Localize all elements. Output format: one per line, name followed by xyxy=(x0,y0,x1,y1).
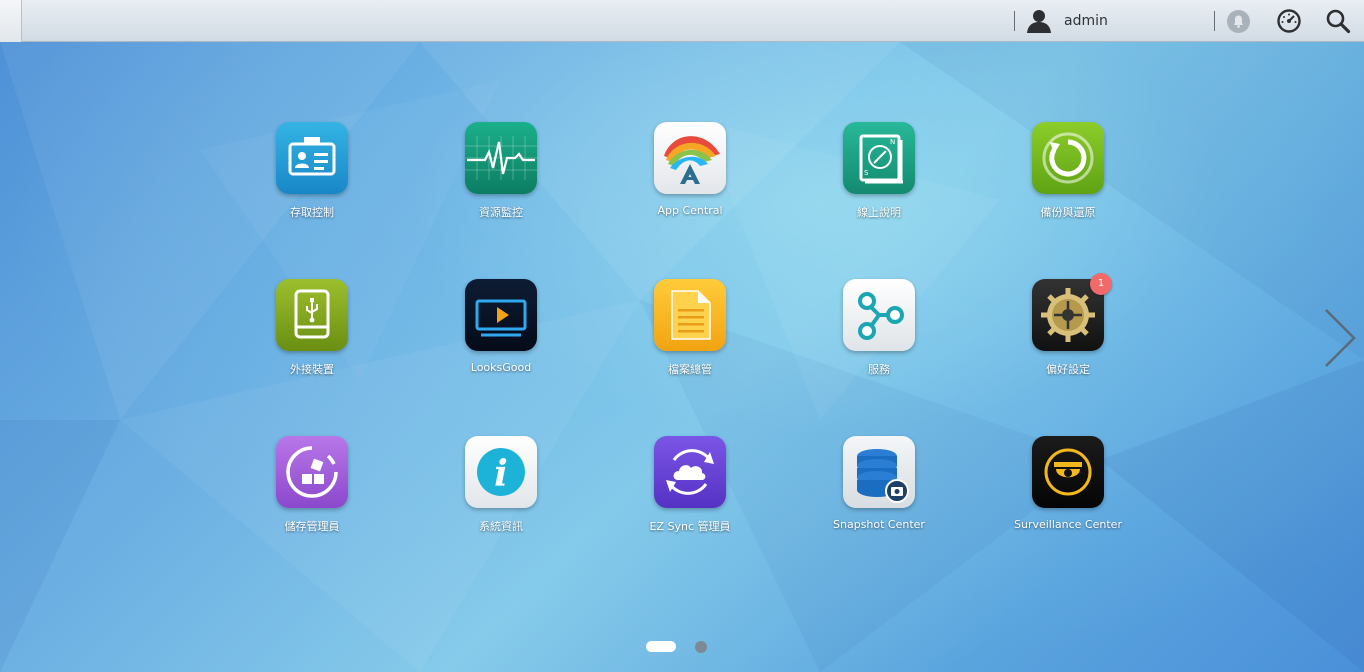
app-label: LooksGood xyxy=(470,361,532,374)
pager-dot-current[interactable] xyxy=(646,641,676,652)
app-label: App Central xyxy=(657,204,723,217)
dashboard-gauge-icon[interactable] xyxy=(1276,8,1302,34)
system-info-icon[interactable]: i xyxy=(465,436,537,508)
app-label: Surveillance Center xyxy=(1014,518,1122,531)
access-control-icon[interactable] xyxy=(276,122,348,194)
app-label: Snapshot Center xyxy=(833,518,925,531)
next-page-chevron-icon[interactable] xyxy=(1318,306,1362,370)
taskbar-left-edge[interactable] xyxy=(0,0,22,42)
app-central-icon[interactable] xyxy=(654,122,726,194)
app-snapshot-center[interactable]: Snapshot Center xyxy=(809,436,949,556)
app-app-central[interactable]: App Central xyxy=(620,122,760,242)
app-storage-manager[interactable]: 儲存管理員 xyxy=(242,436,382,556)
app-online-help[interactable]: N S 線上說明 xyxy=(809,122,949,242)
app-label: 資源監控 xyxy=(479,206,523,219)
separator xyxy=(1214,11,1215,31)
surveillance-camera-icon[interactable] xyxy=(1032,436,1104,508)
app-label: 外接裝置 xyxy=(290,363,334,376)
username-label[interactable]: admin xyxy=(1064,13,1108,29)
services-icon[interactable] xyxy=(843,279,915,351)
app-label: 線上說明 xyxy=(857,206,901,219)
pager-dot[interactable] xyxy=(695,641,707,653)
notification-bell-icon[interactable] xyxy=(1226,9,1251,34)
app-system-info[interactable]: i 系統資訊 xyxy=(431,436,571,556)
looksgood-icon[interactable] xyxy=(465,279,537,351)
app-services[interactable]: 服務 xyxy=(809,279,949,399)
search-icon[interactable] xyxy=(1325,8,1351,34)
online-help-icon[interactable]: N S xyxy=(843,122,915,194)
app-label: 服務 xyxy=(868,363,890,376)
top-bar: admin xyxy=(0,0,1364,42)
resource-monitor-icon[interactable] xyxy=(465,122,537,194)
app-label: 備份與還原 xyxy=(1040,206,1096,219)
app-external-device[interactable]: 外接裝置 xyxy=(242,279,382,399)
app-surveillance-center[interactable]: Surveillance Center xyxy=(998,436,1138,556)
app-label: 系統資訊 xyxy=(479,520,523,533)
app-label: 儲存管理員 xyxy=(284,520,340,533)
notification-badge: 1 xyxy=(1090,273,1112,295)
ez-sync-icon[interactable] xyxy=(654,436,726,508)
file-explorer-icon[interactable] xyxy=(654,279,726,351)
app-access-control[interactable]: 存取控制 xyxy=(242,122,382,242)
snapshot-center-icon[interactable] xyxy=(843,436,915,508)
svg-text:i: i xyxy=(494,453,508,495)
app-ez-sync[interactable]: EZ Sync 管理員 xyxy=(620,436,760,556)
app-label: 偏好設定 xyxy=(1046,363,1090,376)
app-label: EZ Sync 管理員 xyxy=(649,520,731,533)
storage-manager-icon[interactable] xyxy=(276,436,348,508)
app-settings[interactable]: 偏好設定 1 xyxy=(998,273,1138,399)
svg-text:N: N xyxy=(890,138,895,146)
app-backup-restore[interactable]: 備份與還原 xyxy=(998,122,1138,242)
app-label: 存取控制 xyxy=(290,206,334,219)
separator xyxy=(1014,11,1015,31)
app-resource-monitor[interactable]: 資源監控 xyxy=(431,122,571,242)
app-looksgood[interactable]: LooksGood xyxy=(431,279,571,399)
app-file-explorer[interactable]: 檔案總管 xyxy=(620,279,760,399)
external-device-icon[interactable] xyxy=(276,279,348,351)
backup-restore-icon[interactable] xyxy=(1032,122,1104,194)
app-label: 檔案總管 xyxy=(668,363,712,376)
user-avatar-icon[interactable] xyxy=(1026,8,1052,34)
svg-text:S: S xyxy=(864,169,869,177)
